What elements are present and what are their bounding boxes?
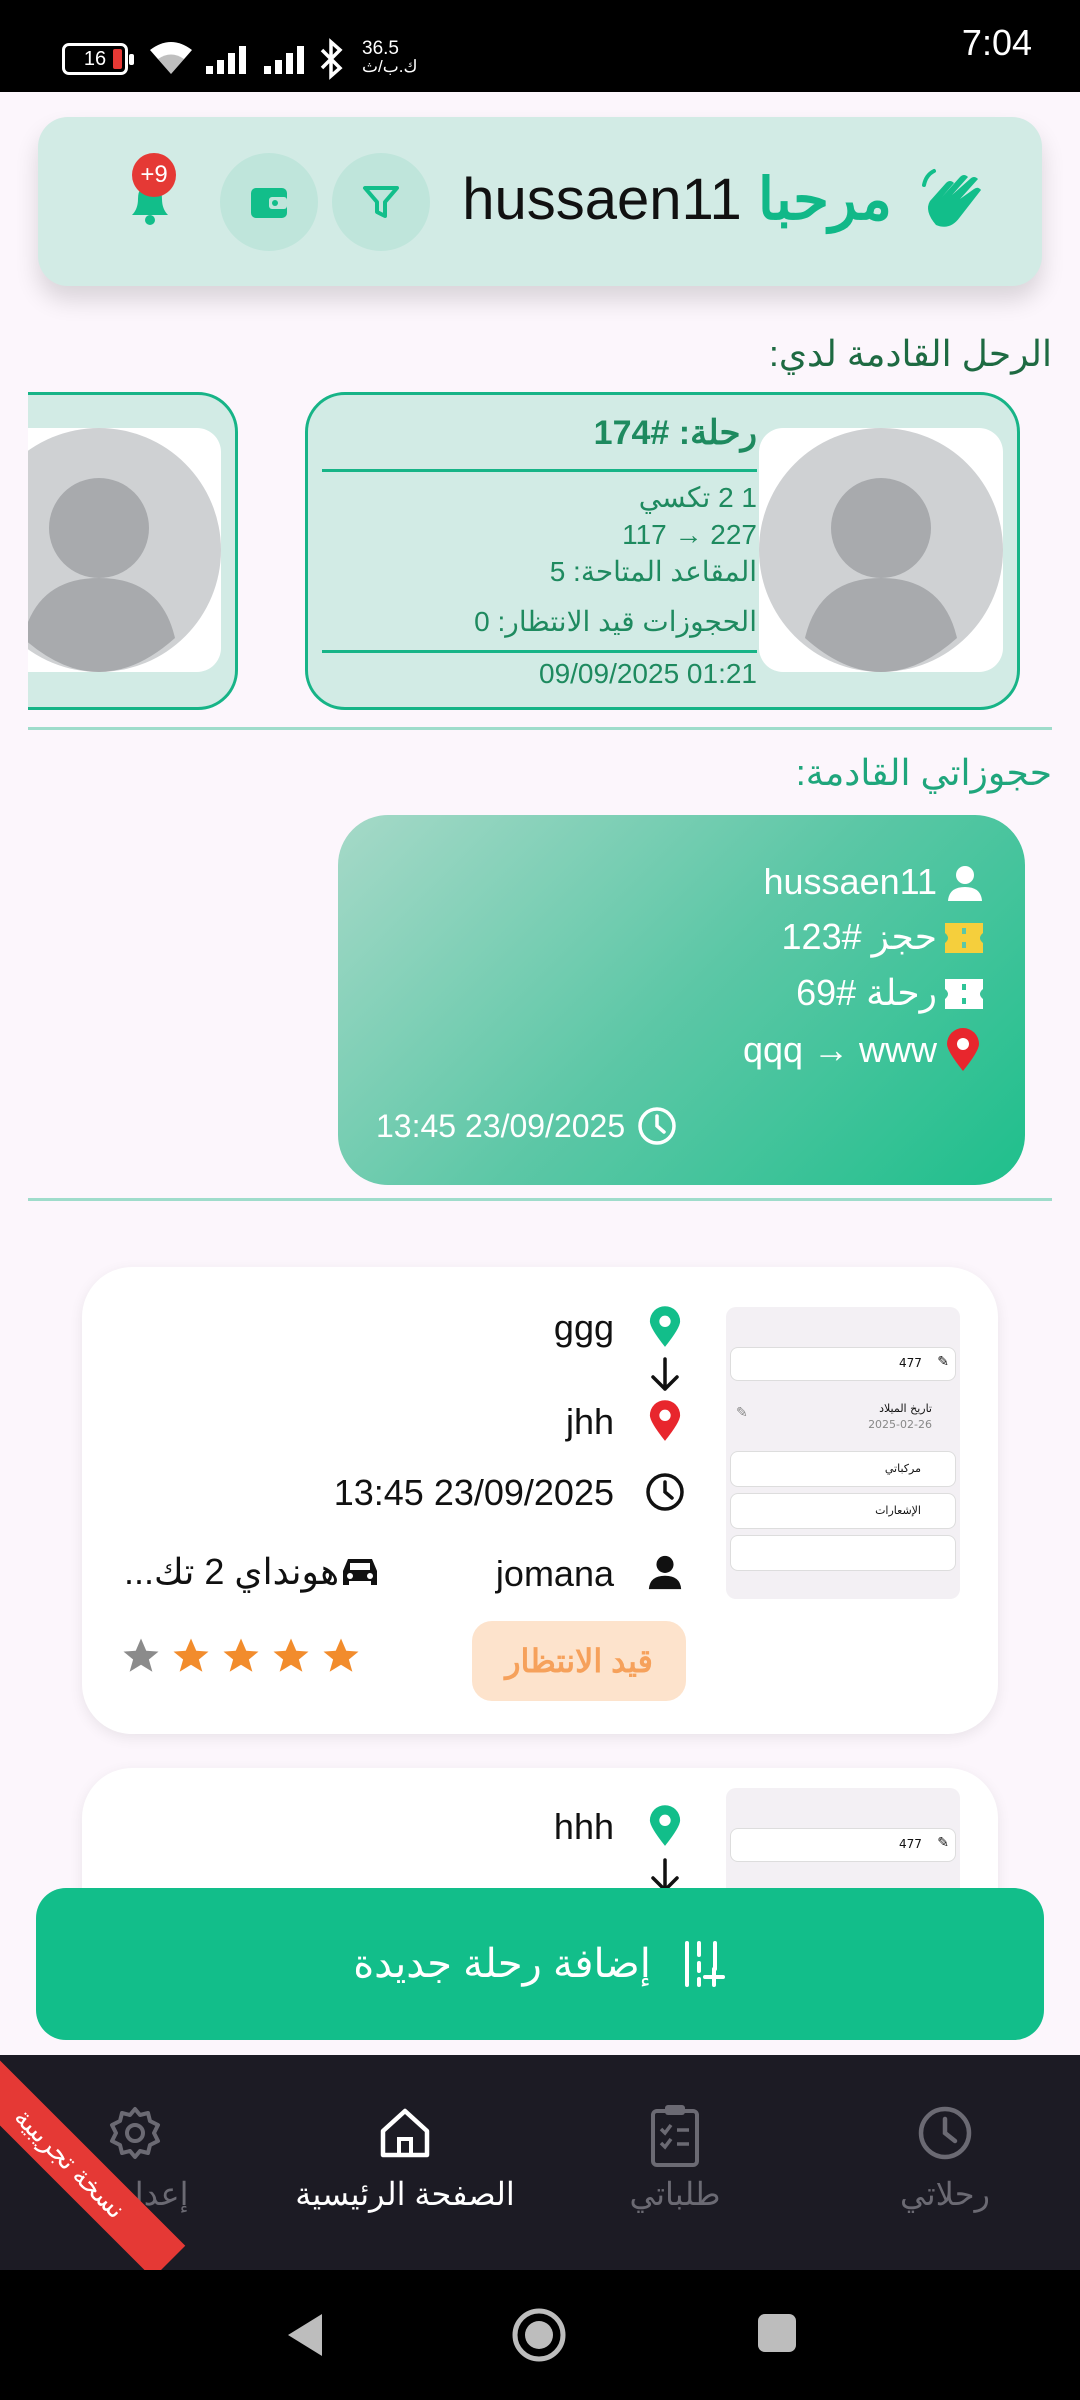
ticket-icon [945,979,983,1009]
location-pin-icon [649,1400,681,1441]
request-car: هونداي 2 تك... [124,1551,340,1592]
trip-seats: المقاعد المتاحة: 5 [549,556,757,587]
trip-vehicle: 1 2 تكسي [638,482,757,513]
filter-icon [363,186,399,218]
request-from: ggg [553,1307,614,1348]
request-to: jhh [565,1401,614,1442]
signal-icon [264,46,304,74]
request-card[interactable]: 477 ✎ تاريخ الميلاد 2025-02-26 ✎ مركباتي ا… [82,1267,998,1734]
trip-route: 227 → 117 [622,519,757,550]
waving-hand-icon [922,169,981,227]
divider [28,1198,1052,1201]
request-datetime: 13:45 23/09/2025 [333,1472,614,1513]
wifi-icon [150,42,192,74]
nav-label: الصفحة الرئيسية [295,2176,515,2212]
booking-number: حجز #123 [781,916,937,957]
username: hussaen11 [462,167,742,232]
request-from: hhh [553,1806,614,1847]
bottom-nav: رحلاتي طلباتي الصفحة الرئيسية إعدادات نس… [0,2047,1080,2279]
request-driver: jomana [495,1553,614,1594]
notifications-button[interactable]: +9 [122,153,182,233]
home-icon [380,2108,430,2158]
booking-user: hussaen11 [763,861,937,902]
header-card: مرحبا hussaen11 +9 [38,117,1042,286]
system-nav-bar [0,2270,1080,2400]
booking-card[interactable]: hussaen11 حجز #123 رحلة #69 qqq → www 13… [338,815,1025,1185]
clock-icon [638,1107,676,1145]
star-icon [173,1638,209,1672]
request-thumbnail: 477 ✎ تاريخ الميلاد 2025-02-26 ✎ مركباتي ا… [726,1307,960,1599]
nav-my-trips[interactable]: رحلاتي [810,2055,1080,2270]
trip-datetime: 01:21 09/09/2025 [539,658,757,689]
add-trip-label: إضافة رحلة جديدة [353,1942,651,1986]
nav-label: طلباتي [629,2176,721,2212]
trip-card-partial[interactable] [28,390,240,712]
recents-icon[interactable] [756,2312,798,2354]
clock-icon [646,1473,684,1511]
person-icon [648,1555,682,1590]
filter-button[interactable] [332,153,430,251]
net-speed: 36.5 ك.ب/ث [362,38,418,76]
wallet-button[interactable] [220,153,318,251]
star-icon [123,1638,159,1672]
rating-stars [120,1635,360,1685]
trip-card[interactable]: رحلة: #174 1 2 تكسي 227 → 117 المقاعد ال… [305,392,1020,710]
greeting-word: مرحبا [757,167,892,232]
divider [28,727,1052,730]
booking-trip-number: رحلة #69 [796,972,937,1013]
notification-badge: +9 [132,153,176,197]
location-pin-icon [649,1306,681,1347]
battery-icon: 16 [62,43,134,75]
trip-details: رحلة: #174 1 2 تكسي 227 → 117 المقاعد ال… [322,395,757,713]
status-badge: قيد الانتظار [472,1621,686,1701]
trip-pending: الحجوزات قيد الانتظار: 0 [474,606,757,637]
back-icon[interactable] [282,2310,328,2360]
clock: 7:04 [961,22,1032,63]
clipboard-icon [651,2105,699,2167]
car-icon [343,1559,377,1585]
arrow-down-icon [651,1357,679,1391]
home-circle-icon[interactable] [510,2306,568,2364]
trip-number: رحلة: #174 [593,414,757,452]
star-icon [273,1638,309,1672]
nav-home[interactable]: الصفحة الرئيسية [270,2055,540,2270]
battery-level: 16 [83,48,107,70]
upcoming-trips-title: الرحل القادمة لدي: [768,333,1052,374]
nav-label: رحلاتي [900,2176,990,2212]
signal-icon [206,46,246,74]
booking-datetime: 13:45 23/09/2025 [376,1108,626,1144]
star-icon [223,1638,259,1672]
location-pin-icon [649,1805,681,1846]
greeting: مرحبا hussaen11 [462,165,892,235]
ticket-icon [945,923,983,953]
person-icon [948,866,982,901]
add-trip-button[interactable]: إضافة رحلة جديدة [36,1888,1044,2040]
clock-icon [918,2106,972,2160]
add-trip-icon [684,1941,725,1987]
booking-route: qqq → www [742,1029,937,1070]
status-bar: 16 36.5 ك.ب/ث 7:04 [0,0,1080,92]
gear-icon [110,2107,160,2159]
avatar [759,428,1003,672]
star-icon [323,1638,359,1672]
nav-my-requests[interactable]: طلباتي [540,2055,810,2270]
avatar [28,428,221,672]
upcoming-bookings-title: حجوزاتي القادمة: [795,752,1052,793]
bluetooth-icon [320,38,343,80]
location-pin-icon [947,1028,979,1071]
wallet-icon [251,188,287,218]
